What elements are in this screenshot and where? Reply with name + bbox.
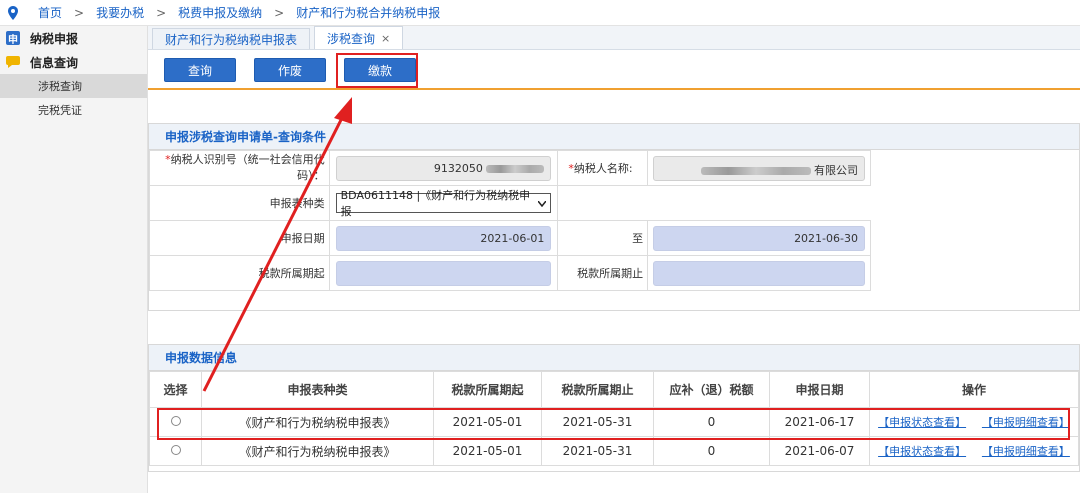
declare-date-label: 申报日期 [149, 220, 330, 256]
period-start-cell: 2021-05-01 [433, 436, 542, 466]
column-header: 操作 [869, 371, 1079, 408]
form-type-label: 申报表种类 [149, 185, 330, 221]
to-label: 至 [557, 220, 649, 256]
column-header: 应补（退）税额 [653, 371, 770, 408]
declare-date-cell: 2021-06-07 [769, 436, 870, 466]
taxpayer-id-cell: 9132050 [328, 150, 559, 186]
column-header: 税款所属期起 [433, 371, 542, 408]
info-chat-icon [6, 55, 20, 69]
period-end-cell [647, 255, 871, 291]
taxpayer-id-field: 9132050 [335, 155, 552, 181]
breadcrumb-tax-filing[interactable]: 税费申报及缴纳 [178, 4, 262, 21]
close-icon[interactable]: × [381, 32, 390, 45]
sidebar-group-label: 纳税申报 [30, 31, 79, 46]
taxpayer-name-label-cell: *纳税人名称: [557, 150, 649, 186]
taxpayer-id-label-cell: *纳税人识别号（统一社会信用代码）： [149, 150, 330, 186]
form-type-cell: 《财产和行为税纳税申报表》 [201, 436, 434, 466]
redacted-blur [486, 164, 545, 173]
row-highlight [157, 408, 1070, 440]
period-start-label: 税款所属期起 [149, 255, 330, 291]
form-type-cell: BDA0611148 |《财产和行为税纳税申报 [328, 185, 559, 221]
tab-tax-return-form[interactable]: 财产和行为税纳税申报表 [152, 28, 311, 49]
declare-date-from-cell: 2021-06-01 [328, 220, 559, 256]
sidebar-group-declaration[interactable]: 申 纳税申报 [0, 26, 147, 50]
breadcrumb-current[interactable]: 财产和行为税合并纳税申报 [296, 4, 440, 21]
actions-cell: 【申报状态查看】 【申报明细查看】 [869, 436, 1079, 466]
column-header: 选择 [149, 371, 202, 408]
query-section-title: 申报涉税查询申请单-查询条件 [149, 124, 1079, 150]
pay-button-highlight [336, 53, 418, 88]
breadcrumb-separator: > [74, 5, 85, 20]
form-type-select[interactable]: BDA0611148 |《财产和行为税纳税申报 [335, 189, 552, 218]
taxpayer-id-value: 9132050 [433, 161, 483, 175]
sidebar-item-tax-query[interactable]: 涉税查询 [0, 74, 147, 98]
form-type-value: BDA0611148 |《财产和行为税纳税申报 [340, 189, 531, 218]
select-cell [149, 436, 202, 466]
query-form-table: *纳税人识别号（统一社会信用代码）： 9132050 *纳税人名称: 有限公司 … [149, 150, 871, 291]
query-button[interactable]: 查询 [164, 58, 236, 82]
declaration-icon: 申 [6, 31, 20, 46]
period-start-cell [328, 255, 559, 291]
breadcrumb-separator: > [274, 5, 285, 20]
column-header: 税款所属期止 [541, 371, 654, 408]
view-status-link[interactable]: 【申报状态查看】 [878, 445, 966, 458]
query-conditions-panel: 申报涉税查询申请单-查询条件 *纳税人识别号（统一社会信用代码）： 913205… [148, 123, 1080, 311]
taxpayer-name-value: 有限公司 [814, 163, 858, 177]
redacted-blur [700, 166, 811, 175]
location-pin-icon [8, 5, 18, 20]
results-section-title: 申报数据信息 [149, 345, 1079, 371]
tab-label: 财产和行为税纳税申报表 [165, 32, 298, 47]
taxpayer-name-label: 纳税人名称: [573, 162, 633, 175]
row-select-radio[interactable] [170, 445, 181, 455]
taxpayer-id-label: 纳税人识别号（统一社会信用代码）： [170, 153, 325, 182]
table-header-row: 选择 申报表种类 税款所属期起 税款所属期止 应补（退）税额 申报日期 操作 [149, 371, 1079, 408]
declare-date-to-cell: 2021-06-30 [647, 220, 871, 256]
taxpayer-name-field: 有限公司 [653, 155, 865, 181]
column-header: 申报日期 [769, 371, 870, 408]
sidebar: 申 纳税申报 信息查询 涉税查询 完税凭证 [0, 26, 148, 493]
breadcrumb-home[interactable]: 首页 [38, 4, 62, 21]
column-header: 申报表种类 [201, 371, 434, 408]
chevron-down-icon [537, 197, 547, 210]
table-row: 《财产和行为税纳税申报表》 2021-05-01 2021-05-31 0 20… [149, 436, 1079, 466]
void-button[interactable]: 作废 [254, 58, 326, 82]
sidebar-group-label: 信息查询 [30, 55, 79, 70]
sidebar-group-info-query[interactable]: 信息查询 [0, 50, 147, 74]
period-end-cell: 2021-05-31 [541, 436, 654, 466]
breadcrumb-tax-handling[interactable]: 我要办税 [96, 4, 144, 21]
tab-bar: 财产和行为税纳税申报表 涉税查询 × [148, 26, 1080, 50]
amount-cell: 0 [653, 436, 770, 466]
tab-tax-query[interactable]: 涉税查询 × [314, 26, 404, 49]
period-start-input[interactable] [335, 260, 552, 286]
period-end-input[interactable] [653, 260, 865, 286]
period-end-label: 税款所属期止 [557, 255, 649, 291]
sidebar-item-tax-certificate[interactable]: 完税凭证 [0, 98, 147, 122]
breadcrumb-separator: > [156, 5, 167, 20]
declare-date-from-input[interactable]: 2021-06-01 [335, 225, 552, 251]
breadcrumb-bar: 首页 > 我要办税 > 税费申报及缴纳 > 财产和行为税合并纳税申报 [0, 0, 1080, 26]
tab-label: 涉税查询 [327, 31, 376, 46]
taxpayer-name-cell: 有限公司 [647, 150, 871, 186]
view-detail-link[interactable]: 【申报明细查看】 [982, 445, 1070, 458]
toolbar: 查询 作废 缴款 [148, 50, 1080, 90]
declare-date-to-input[interactable]: 2021-06-30 [653, 225, 865, 251]
